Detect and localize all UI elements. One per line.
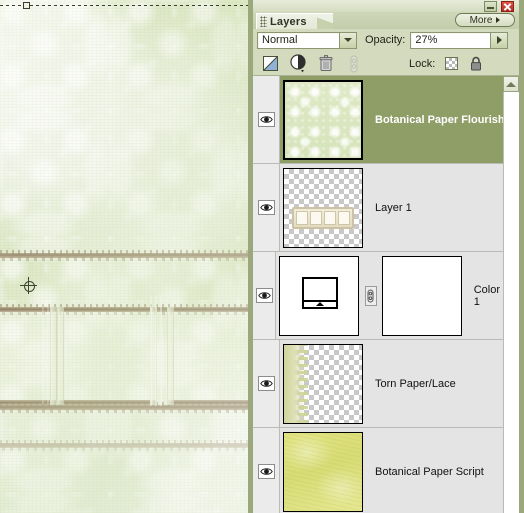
layer-thumbnail[interactable] (279, 255, 360, 336)
more-button[interactable]: More (455, 13, 515, 27)
layer-thumbnail-wrap[interactable] (283, 431, 363, 512)
palette-tool-row: Lock: (253, 51, 519, 76)
layer-thumbnail[interactable] (283, 167, 363, 248)
eye-icon[interactable] (258, 376, 275, 391)
chevron-down-icon[interactable] (339, 32, 356, 48)
eye-icon[interactable] (258, 112, 275, 127)
layer-thumbnail-wrap[interactable] (279, 255, 360, 336)
tab-layers-label: Layers (270, 15, 307, 28)
lock-transparency-icon[interactable] (442, 55, 460, 73)
blend-mode-select[interactable]: Normal (257, 31, 357, 49)
chevron-right-icon (496, 17, 501, 23)
palette-right-border (519, 0, 524, 513)
blend-mode-value: Normal (262, 34, 298, 46)
trash-icon[interactable] (315, 54, 337, 74)
link-layers-icon[interactable] (343, 54, 365, 74)
palette-tabstrip: Layers More (253, 12, 519, 30)
layer-mask-thumbnail-wrap[interactable] (381, 255, 462, 336)
layers-palette: Layers More Normal Opacity: 27% Lock: Bo… (248, 0, 524, 513)
layer-visibility-cell[interactable] (253, 252, 277, 339)
layer-name[interactable]: Botanical Paper Flourish (375, 114, 505, 126)
close-button[interactable] (501, 1, 514, 12)
eye-icon[interactable] (256, 288, 274, 303)
layer-thumbnail[interactable] (283, 431, 363, 512)
layer-list-scrollbar[interactable] (503, 76, 519, 513)
tab-layers[interactable]: Layers (256, 13, 318, 29)
tab-slope-decoration (317, 13, 333, 30)
layer-visibility-cell[interactable] (253, 164, 280, 251)
layer-visibility-cell[interactable] (253, 76, 280, 163)
table-row[interactable]: Color Fill 1 (253, 252, 519, 340)
new-layer-icon[interactable] (259, 54, 281, 74)
drag-grip-icon[interactable] (260, 16, 267, 27)
minimize-button[interactable] (484, 1, 497, 12)
selection-marquee (0, 5, 248, 6)
opacity-input[interactable]: 27% (410, 31, 509, 49)
lock-all-icon[interactable] (467, 55, 485, 73)
canvas-paper-wash (0, 0, 248, 513)
layer-thumbnail-wrap[interactable] (283, 167, 363, 248)
document-canvas[interactable] (0, 0, 248, 513)
crosshair-cursor (20, 277, 37, 294)
table-row[interactable]: Botanical Paper Flourish (253, 76, 519, 164)
scroll-up-button[interactable] (503, 76, 519, 92)
layer-name[interactable]: Torn Paper/Lace (375, 378, 456, 390)
layer-visibility-cell[interactable] (253, 428, 280, 513)
layer-mask-thumbnail[interactable] (381, 255, 462, 336)
layer-thumbnail[interactable] (283, 79, 363, 160)
eye-icon[interactable] (258, 200, 275, 215)
layer-name[interactable]: Botanical Paper Script (375, 466, 484, 478)
layer-name[interactable]: Layer 1 (375, 202, 412, 214)
more-button-label: More (469, 14, 493, 26)
opacity-value: 27% (415, 34, 438, 46)
layer-list[interactable]: Botanical Paper Flourish Layer 1 Color F… (253, 76, 519, 513)
table-row[interactable]: Layer 1 (253, 164, 519, 252)
layer-mask-link-icon[interactable] (365, 285, 377, 306)
layer-thumbnail-wrap[interactable] (283, 79, 363, 160)
selection-handle[interactable] (23, 2, 30, 9)
palette-options-row: Normal Opacity: 27% (253, 29, 519, 51)
lock-label: Lock: (409, 57, 436, 70)
layer-visibility-cell[interactable] (253, 340, 280, 427)
palette-titlebar[interactable] (253, 0, 519, 12)
eye-icon[interactable] (258, 464, 275, 479)
table-row[interactable]: Botanical Paper Script (253, 428, 519, 513)
opacity-label: Opacity: (365, 34, 406, 46)
opacity-slider-arrow-icon[interactable] (490, 32, 508, 48)
adjustment-layer-icon[interactable] (287, 54, 309, 74)
layer-thumbnail[interactable] (283, 343, 363, 424)
layer-thumbnail-wrap[interactable] (283, 343, 363, 424)
table-row[interactable]: Torn Paper/Lace (253, 340, 519, 428)
